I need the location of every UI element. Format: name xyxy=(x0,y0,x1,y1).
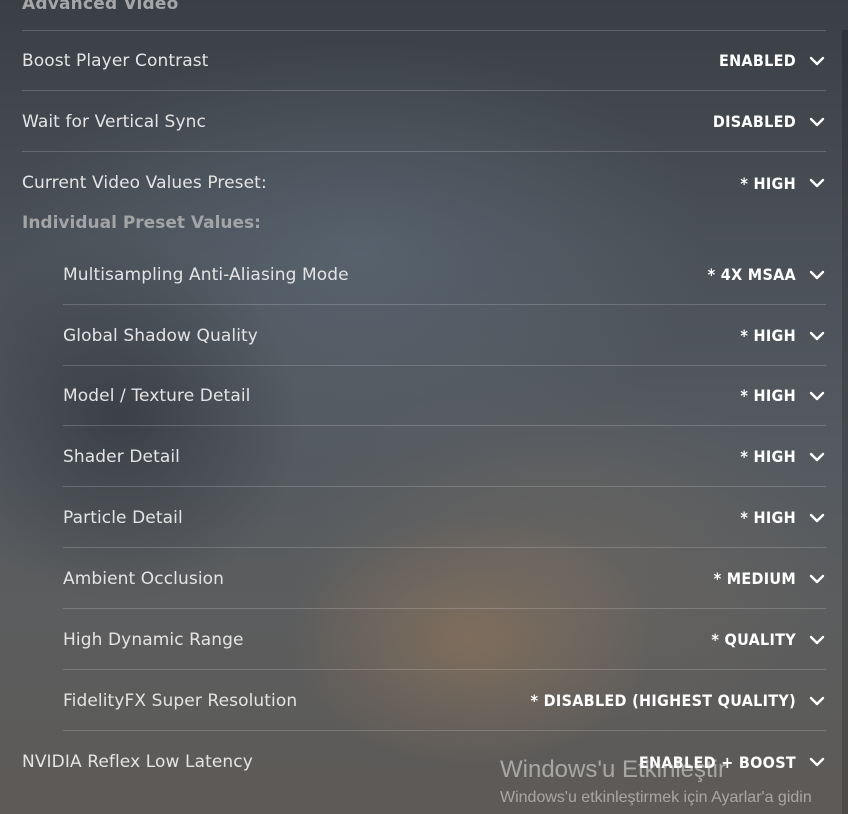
section-title: Advanced Video xyxy=(22,0,179,14)
setting-value[interactable]: * HIGH xyxy=(740,386,796,405)
setting-value[interactable]: ENABLED xyxy=(719,51,796,70)
settings-screen: { "section": { "title": "Advanced Video"… xyxy=(0,0,848,814)
chevron-down-icon[interactable] xyxy=(808,570,826,588)
setting-value[interactable]: DISABLED xyxy=(713,112,796,131)
setting-value[interactable]: * HIGH xyxy=(740,326,796,345)
setting-label: Particle Detail xyxy=(63,507,183,528)
chevron-down-icon[interactable] xyxy=(808,387,826,405)
chevron-down-icon[interactable] xyxy=(808,631,826,649)
setting-label: High Dynamic Range xyxy=(63,629,244,650)
chevron-down-icon[interactable] xyxy=(808,692,826,710)
setting-global-shadow-quality[interactable]: Global Shadow Quality * HIGH xyxy=(63,306,826,366)
setting-label: Model / Texture Detail xyxy=(63,385,251,406)
scrollbar[interactable] xyxy=(842,30,848,814)
chevron-down-icon[interactable] xyxy=(808,509,826,527)
setting-fidelityfx-super-resolution[interactable]: FidelityFX Super Resolution * DISABLED (… xyxy=(63,671,826,731)
setting-value[interactable]: * DISABLED (HIGHEST QUALITY) xyxy=(531,691,796,710)
setting-model-texture-detail[interactable]: Model / Texture Detail * HIGH xyxy=(63,366,826,426)
setting-label: Wait for Vertical Sync xyxy=(22,111,206,132)
setting-ambient-occlusion[interactable]: Ambient Occlusion * MEDIUM xyxy=(63,549,826,609)
setting-label: Shader Detail xyxy=(63,446,181,467)
setting-particle-detail[interactable]: Particle Detail * HIGH xyxy=(63,488,826,548)
setting-value[interactable]: * QUALITY xyxy=(711,630,796,649)
setting-video-preset[interactable]: Current Video Values Preset: * HIGH xyxy=(22,153,826,213)
chevron-down-icon[interactable] xyxy=(808,266,826,284)
activation-watermark: Windows'u Etkinleştir Windows'u etkinleş… xyxy=(500,756,812,807)
setting-value[interactable]: * HIGH xyxy=(740,447,796,466)
setting-label: Ambient Occlusion xyxy=(63,568,225,589)
setting-value[interactable]: * 4X MSAA xyxy=(708,265,796,284)
setting-label: Multisampling Anti-Aliasing Mode xyxy=(63,264,349,285)
watermark-subtitle: Windows'u etkinleştirmek için Ayarlar'a … xyxy=(500,789,812,806)
setting-value[interactable]: * HIGH xyxy=(740,508,796,527)
setting-label: Current Video Values Preset: xyxy=(22,173,267,193)
setting-wait-for-vertical-sync[interactable]: Wait for Vertical Sync DISABLED xyxy=(22,92,826,152)
watermark-title: Windows'u Etkinleştir xyxy=(500,756,726,783)
setting-high-dynamic-range[interactable]: High Dynamic Range * QUALITY xyxy=(63,610,826,670)
setting-value[interactable]: * HIGH xyxy=(740,174,796,193)
setting-label: Boost Player Contrast xyxy=(22,50,209,71)
chevron-down-icon[interactable] xyxy=(808,113,826,131)
individual-preset-header: Individual Preset Values: xyxy=(22,213,261,233)
chevron-down-icon[interactable] xyxy=(808,174,826,192)
chevron-down-icon[interactable] xyxy=(808,52,826,70)
setting-boost-player-contrast[interactable]: Boost Player Contrast ENABLED xyxy=(22,31,826,91)
setting-shader-detail[interactable]: Shader Detail * HIGH xyxy=(63,427,826,487)
setting-msaa-mode[interactable]: Multisampling Anti-Aliasing Mode * 4X MS… xyxy=(63,245,826,305)
chevron-down-icon[interactable] xyxy=(808,327,826,345)
setting-label: FidelityFX Super Resolution xyxy=(63,690,298,711)
setting-value[interactable]: * MEDIUM xyxy=(714,569,796,588)
setting-label: Global Shadow Quality xyxy=(63,325,258,346)
chevron-down-icon[interactable] xyxy=(808,448,826,466)
